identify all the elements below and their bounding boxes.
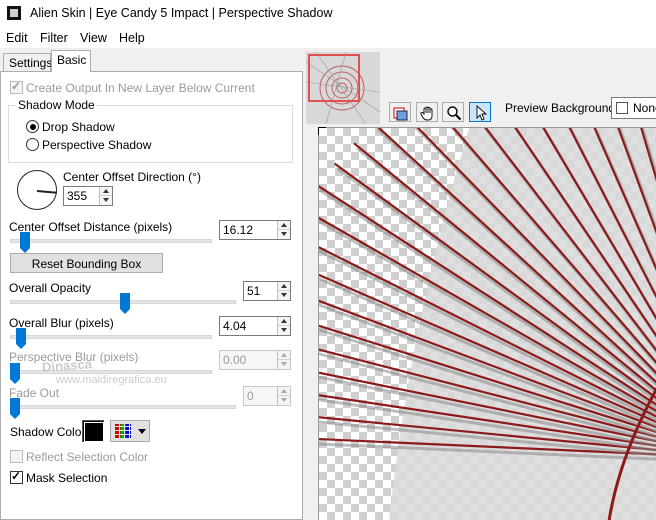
window-title: Alien Skin | Eye Candy 5 Impact | Perspe… <box>30 6 333 20</box>
color-palette-icon <box>115 424 131 438</box>
spin-down-icon[interactable] <box>278 360 290 369</box>
mask-selection-checkbox[interactable] <box>10 469 23 484</box>
direction-dial-hand <box>36 190 57 194</box>
spin-up-icon[interactable] <box>278 317 290 326</box>
overall-opacity-value: 51 <box>247 284 261 298</box>
spin-up-icon[interactable] <box>278 221 290 230</box>
spin-down-icon[interactable] <box>278 326 290 335</box>
center-offset-distance-track[interactable] <box>10 239 212 243</box>
preview-background-value: None <box>633 101 656 115</box>
radio-perspective-shadow-label: Perspective Shadow <box>42 138 152 152</box>
fade-out-spin[interactable]: 0 <box>243 386 291 406</box>
hand-tool-button[interactable] <box>416 102 438 122</box>
zoom-icon <box>447 106 462 121</box>
spin-down-icon[interactable] <box>278 396 290 405</box>
hand-icon <box>420 106 433 121</box>
center-offset-direction-spin[interactable]: 355 <box>63 186 113 206</box>
center-offset-direction-label: Center Offset Direction (°) <box>63 170 201 184</box>
center-offset-distance-value: 16.12 <box>223 223 254 237</box>
preview-corner-marker <box>318 127 326 135</box>
reflect-selection-color-checkbox[interactable] <box>10 450 23 463</box>
center-offset-distance-label: Center Offset Distance (pixels) <box>9 220 173 234</box>
center-offset-distance-slider-thumb[interactable] <box>19 232 30 253</box>
fade-out-slider-thumb[interactable] <box>10 398 20 419</box>
preview-background-label: Preview Background: <box>505 101 619 115</box>
mask-selection-label: Mask Selection <box>26 471 108 485</box>
navigator-thumbnail[interactable] <box>306 52 380 124</box>
overall-blur-track[interactable] <box>10 335 212 339</box>
spin-down-icon[interactable] <box>278 230 290 239</box>
tab-settings[interactable]: Settings <box>3 53 52 72</box>
chevron-down-icon <box>138 429 146 434</box>
spin-up-icon[interactable] <box>278 351 290 360</box>
spin-up-icon[interactable] <box>100 187 112 196</box>
overall-blur-value: 4.04 <box>223 319 247 333</box>
spin-up-icon[interactable] <box>278 387 290 396</box>
fade-out-value: 0 <box>247 389 254 403</box>
color-picker-button[interactable] <box>110 420 150 442</box>
reset-bounding-box-button[interactable]: Reset Bounding Box <box>10 253 163 273</box>
center-offset-distance-spin[interactable]: 16.12 <box>219 220 291 240</box>
perspective-blur-slider-thumb[interactable] <box>10 363 20 384</box>
center-offset-direction-value: 355 <box>67 189 88 203</box>
zoom-tool-button[interactable] <box>442 102 464 122</box>
shadow-mode-title: Shadow Mode <box>16 98 97 112</box>
menu-help[interactable]: Help <box>119 31 145 45</box>
navigator-tool-button[interactable] <box>389 102 411 122</box>
preview-image <box>319 128 656 520</box>
overall-blur-spin[interactable]: 4.04 <box>219 316 291 336</box>
perspective-blur-value: 0.00 <box>223 353 247 367</box>
title-bar: Alien Skin | Eye Candy 5 Impact | Perspe… <box>0 0 656 28</box>
radio-drop-shadow[interactable] <box>26 120 39 133</box>
menu-view[interactable]: View <box>80 31 107 45</box>
overall-opacity-spin[interactable]: 51 <box>243 281 291 301</box>
shadow-color-label: Shadow Color <box>10 425 86 439</box>
select-arrow-icon <box>476 105 488 121</box>
spin-down-icon[interactable] <box>278 291 290 300</box>
shadow-color-swatch[interactable] <box>82 420 104 442</box>
shadow-mode-group <box>8 105 293 163</box>
preview-background-swatch <box>616 102 628 114</box>
create-output-checkbox[interactable] <box>10 79 23 94</box>
direction-dial[interactable] <box>17 170 57 210</box>
app-icon <box>7 6 21 20</box>
preview-background-select[interactable]: None <box>611 97 656 119</box>
watermark-url: www.maldiregrafica.eu <box>56 374 167 386</box>
overall-opacity-slider-thumb[interactable] <box>120 293 131 314</box>
select-tool-button[interactable] <box>469 102 491 122</box>
thumbnail-view-frame[interactable] <box>308 54 360 102</box>
spin-up-icon[interactable] <box>278 282 290 291</box>
radio-drop-shadow-label: Drop Shadow <box>42 120 115 134</box>
reflect-selection-color-label: Reflect Selection Color <box>26 450 149 464</box>
navigator-icon <box>393 107 408 121</box>
menu-filter[interactable]: Filter <box>40 31 68 45</box>
fade-out-track[interactable] <box>10 405 236 409</box>
perspective-blur-spin[interactable]: 0.00 <box>219 350 291 370</box>
create-output-label: Create Output In New Layer Below Current <box>26 81 255 95</box>
spin-down-icon[interactable] <box>100 196 112 205</box>
overall-blur-slider-thumb[interactable] <box>15 328 26 349</box>
preview-canvas[interactable] <box>318 127 656 520</box>
radio-perspective-shadow[interactable] <box>26 138 39 151</box>
menu-bar: Edit Filter View Help <box>0 28 656 48</box>
overall-opacity-label: Overall Opacity <box>9 281 92 295</box>
menu-edit[interactable]: Edit <box>6 31 28 45</box>
tab-basic[interactable]: Basic <box>51 50 91 72</box>
